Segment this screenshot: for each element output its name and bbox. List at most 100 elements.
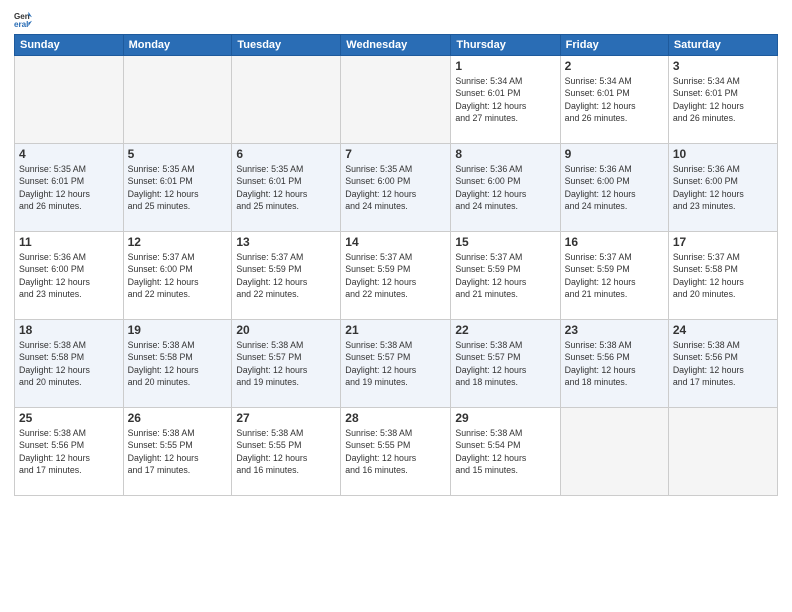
day-info: Sunrise: 5:36 AM Sunset: 6:00 PM Dayligh… [673,163,773,212]
day-info: Sunrise: 5:35 AM Sunset: 6:00 PM Dayligh… [345,163,446,212]
day-number: 3 [673,59,773,73]
day-header-friday: Friday [560,35,668,56]
day-number: 12 [128,235,228,249]
day-header-saturday: Saturday [668,35,777,56]
day-info: Sunrise: 5:37 AM Sunset: 5:59 PM Dayligh… [455,251,555,300]
day-info: Sunrise: 5:37 AM Sunset: 6:00 PM Dayligh… [128,251,228,300]
day-info: Sunrise: 5:36 AM Sunset: 6:00 PM Dayligh… [455,163,555,212]
day-number: 13 [236,235,336,249]
day-cell: 8 Sunrise: 5:36 AM Sunset: 6:00 PM Daylig… [451,144,560,232]
day-cell: 3Sunrise: 5:34 AM Sunset: 6:01 PM Daylig… [668,56,777,144]
day-cell: 13 Sunrise: 5:37 AM Sunset: 5:59 PM Dayli… [232,232,341,320]
day-number: 14 [345,235,446,249]
day-cell [15,56,124,144]
header-row: SundayMondayTuesdayWednesdayThursdayFrid… [15,35,778,56]
day-cell: 9 Sunrise: 5:36 AM Sunset: 6:00 PM Daylig… [560,144,668,232]
day-cell: 5Sunrise: 5:35 AM Sunset: 6:01 PM Daylig… [123,144,232,232]
day-info: Sunrise: 5:36 AM Sunset: 6:00 PM Dayligh… [19,251,119,300]
day-info: Sunrise: 5:38 AM Sunset: 5:56 PM Dayligh… [19,427,119,476]
day-info: Sunrise: 5:37 AM Sunset: 5:59 PM Dayligh… [345,251,446,300]
day-number: 10 [673,147,773,161]
day-cell: 18Sunrise: 5:38 AM Sunset: 5:58 PM Dayli… [15,320,124,408]
day-number: 20 [236,323,336,337]
week-row-1: 1 Sunrise: 5:34 AM Sunset: 6:01 PM Daylig… [15,56,778,144]
day-info: Sunrise: 5:37 AM Sunset: 5:58 PM Dayligh… [673,251,773,300]
day-cell: 24 Sunrise: 5:38 AM Sunset: 5:56 PM Dayli… [668,320,777,408]
day-cell [123,56,232,144]
day-number: 11 [19,235,119,249]
day-info: Sunrise: 5:38 AM Sunset: 5:56 PM Dayligh… [673,339,773,388]
day-number: 8 [455,147,555,161]
day-number: 23 [565,323,664,337]
day-cell: 26 Sunrise: 5:38 AM Sunset: 5:55 PM Dayli… [123,408,232,496]
day-number: 2 [565,59,664,73]
day-header-monday: Monday [123,35,232,56]
day-info: Sunrise: 5:38 AM Sunset: 5:56 PM Dayligh… [565,339,664,388]
day-number: 7 [345,147,446,161]
day-number: 17 [673,235,773,249]
day-info: Sunrise: 5:38 AM Sunset: 5:54 PM Dayligh… [455,427,555,476]
day-info: Sunrise: 5:34 AM Sunset: 6:01 PM Dayligh… [565,75,664,124]
day-info: Sunrise: 5:36 AM Sunset: 6:00 PM Dayligh… [565,163,664,212]
header: Gen eral [14,10,778,28]
day-number: 15 [455,235,555,249]
day-header-sunday: Sunday [15,35,124,56]
day-number: 24 [673,323,773,337]
logo-icon: Gen eral [14,10,32,28]
day-cell: 1 Sunrise: 5:34 AM Sunset: 6:01 PM Daylig… [451,56,560,144]
day-cell [341,56,451,144]
day-cell: 29 Sunrise: 5:38 AM Sunset: 5:54 PM Dayli… [451,408,560,496]
day-number: 6 [236,147,336,161]
day-cell: 6 Sunrise: 5:35 AM Sunset: 6:01 PM Daylig… [232,144,341,232]
day-number: 9 [565,147,664,161]
day-cell [560,408,668,496]
day-number: 1 [455,59,555,73]
day-info: Sunrise: 5:38 AM Sunset: 5:55 PM Dayligh… [345,427,446,476]
day-cell [668,408,777,496]
day-cell: 23 Sunrise: 5:38 AM Sunset: 5:56 PM Dayli… [560,320,668,408]
day-number: 4 [19,147,119,161]
day-info: Sunrise: 5:34 AM Sunset: 6:01 PM Dayligh… [455,75,555,124]
day-info: Sunrise: 5:38 AM Sunset: 5:57 PM Dayligh… [236,339,336,388]
day-cell: 10 Sunrise: 5:36 AM Sunset: 6:00 PM Dayli… [668,144,777,232]
day-cell: 11 Sunrise: 5:36 AM Sunset: 6:00 PM Dayli… [15,232,124,320]
day-info: Sunrise: 5:38 AM Sunset: 5:55 PM Dayligh… [236,427,336,476]
day-info: Sunrise: 5:38 AM Sunset: 5:58 PM Dayligh… [19,339,119,388]
day-info: Sunrise: 5:35 AM Sunset: 6:01 PM Dayligh… [128,163,228,212]
day-info: Sunrise: 5:38 AM Sunset: 5:57 PM Dayligh… [455,339,555,388]
day-info: Sunrise: 5:38 AM Sunset: 5:55 PM Dayligh… [128,427,228,476]
day-info: Sunrise: 5:37 AM Sunset: 5:59 PM Dayligh… [236,251,336,300]
logo: Gen eral [14,10,34,28]
day-cell: 15 Sunrise: 5:37 AM Sunset: 5:59 PM Dayli… [451,232,560,320]
day-header-tuesday: Tuesday [232,35,341,56]
week-row-5: 25 Sunrise: 5:38 AM Sunset: 5:56 PM Dayli… [15,408,778,496]
day-cell: 14 Sunrise: 5:37 AM Sunset: 5:59 PM Dayli… [341,232,451,320]
week-row-2: 4 Sunrise: 5:35 AM Sunset: 6:01 PM Daylig… [15,144,778,232]
day-cell [232,56,341,144]
page: Gen eral SundayMondayTuesdayWednesdayThu… [0,0,792,612]
day-number: 29 [455,411,555,425]
day-cell: 16Sunrise: 5:37 AM Sunset: 5:59 PM Dayli… [560,232,668,320]
day-number: 27 [236,411,336,425]
day-number: 26 [128,411,228,425]
day-cell: 7 Sunrise: 5:35 AM Sunset: 6:00 PM Daylig… [341,144,451,232]
day-info: Sunrise: 5:35 AM Sunset: 6:01 PM Dayligh… [19,163,119,212]
calendar: SundayMondayTuesdayWednesdayThursdayFrid… [14,34,778,496]
day-cell: 17 Sunrise: 5:37 AM Sunset: 5:58 PM Dayli… [668,232,777,320]
day-cell: 21Sunrise: 5:38 AM Sunset: 5:57 PM Dayli… [341,320,451,408]
day-cell: 28 Sunrise: 5:38 AM Sunset: 5:55 PM Dayli… [341,408,451,496]
day-cell: 19 Sunrise: 5:38 AM Sunset: 5:58 PM Dayli… [123,320,232,408]
week-row-3: 11 Sunrise: 5:36 AM Sunset: 6:00 PM Dayli… [15,232,778,320]
day-number: 22 [455,323,555,337]
day-header-thursday: Thursday [451,35,560,56]
day-cell: 27 Sunrise: 5:38 AM Sunset: 5:55 PM Dayli… [232,408,341,496]
day-cell: 20 Sunrise: 5:38 AM Sunset: 5:57 PM Dayli… [232,320,341,408]
day-info: Sunrise: 5:38 AM Sunset: 5:58 PM Dayligh… [128,339,228,388]
day-info: Sunrise: 5:37 AM Sunset: 5:59 PM Dayligh… [565,251,664,300]
day-cell: 25 Sunrise: 5:38 AM Sunset: 5:56 PM Dayli… [15,408,124,496]
day-cell: 12 Sunrise: 5:37 AM Sunset: 6:00 PM Dayli… [123,232,232,320]
day-number: 28 [345,411,446,425]
day-number: 19 [128,323,228,337]
day-info: Sunrise: 5:35 AM Sunset: 6:01 PM Dayligh… [236,163,336,212]
day-number: 25 [19,411,119,425]
